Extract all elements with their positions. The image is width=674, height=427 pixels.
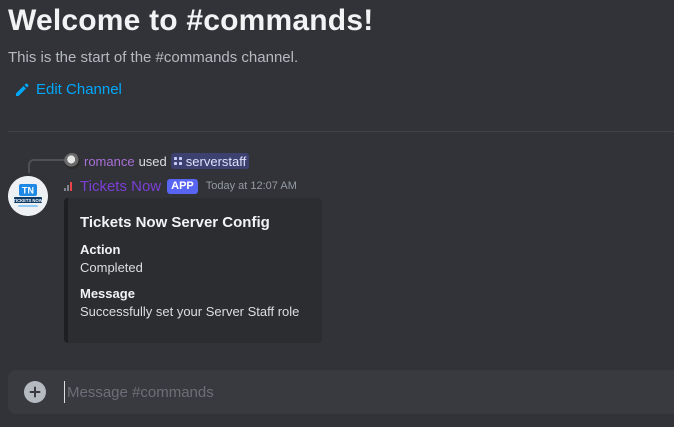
plus-icon (29, 386, 41, 398)
message-header: Tickets Now APP Today at 12:07 AM (64, 177, 297, 195)
message-composer (8, 370, 674, 414)
embed-title: Tickets Now Server Config (80, 214, 270, 231)
slash-command-mention[interactable]: serverstaff (170, 153, 250, 169)
message-input[interactable] (64, 381, 627, 403)
embed-field-value: Successfully set your Server Staff role (80, 304, 300, 319)
message-embed: Tickets Now Server Config Action Complet… (64, 198, 322, 343)
reply-spine (28, 159, 64, 173)
upload-plus-button[interactable] (24, 381, 46, 403)
pencil-icon (14, 82, 30, 98)
embed-field-value: Completed (80, 260, 143, 275)
svg-text:TN: TN (22, 186, 34, 196)
signal-icon (64, 181, 72, 191)
edit-channel-button[interactable]: Edit Channel (14, 81, 122, 98)
app-badge: APP (167, 178, 198, 194)
channel-welcome: Welcome to #commands! This is the start … (8, 2, 668, 68)
message-author[interactable]: Tickets Now (80, 178, 161, 195)
used-text: used (138, 153, 167, 169)
svg-text:TICKETS NOW: TICKETS NOW (13, 198, 42, 203)
welcome-title: Welcome to #commands! (8, 4, 374, 37)
slash-command-icon (173, 154, 183, 169)
command-user[interactable]: romance (84, 154, 135, 169)
embed-field-name: Message (80, 286, 135, 301)
embed-field-name: Action (80, 242, 121, 257)
welcome-subtitle: This is the start of the #commands chann… (8, 49, 299, 66)
message-timestamp[interactable]: Today at 12:07 AM (206, 180, 297, 192)
command-usage-line: romance used serverstaff (64, 152, 250, 170)
bot-avatar[interactable]: TN TICKETS NOW (8, 176, 48, 216)
user-avatar[interactable] (64, 153, 80, 169)
divider (8, 131, 674, 132)
command-name: serverstaff (185, 153, 247, 169)
edit-channel-label: Edit Channel (36, 81, 122, 98)
